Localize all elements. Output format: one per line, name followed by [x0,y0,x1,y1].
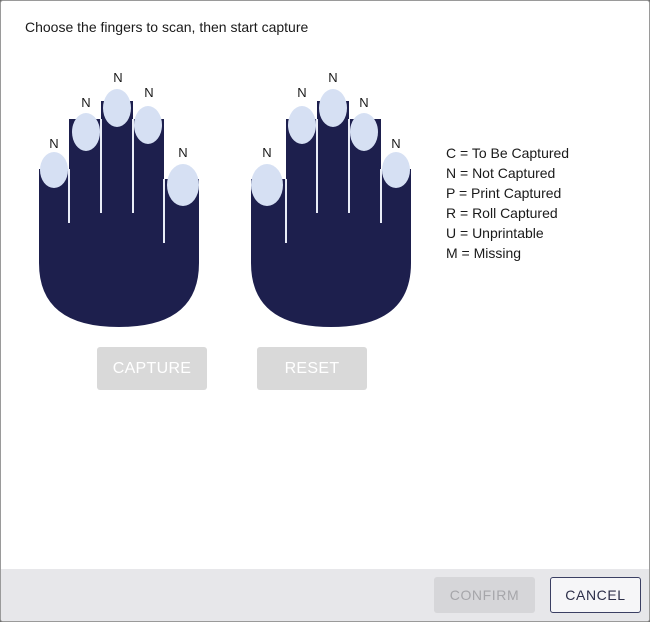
legend-item: C = To Be Captured [446,145,570,161]
left-pinky-tip[interactable] [40,152,68,188]
legend-item: P = Print Captured [446,185,562,201]
right-middle-tip[interactable] [319,89,347,127]
right-index-tip[interactable] [288,106,316,144]
right-ring-status: N [359,95,368,110]
right-thumb-tip[interactable] [251,164,283,206]
left-index-tip[interactable] [134,106,162,144]
right-hand-body [251,101,411,327]
fingerprint-dialog: Choose the fingers to scan, then start c… [0,0,650,622]
left-pinky-status: N [49,136,58,151]
left-middle-tip[interactable] [103,89,131,127]
left-ring-tip[interactable] [72,113,100,151]
capture-button[interactable]: CAPTURE [97,347,207,390]
left-hand-body [39,101,199,327]
right-hand: N N N N N [251,70,411,327]
right-index-status: N [297,85,306,100]
reset-button[interactable]: RESET [257,347,367,390]
legend-item: N = Not Captured [446,165,556,181]
legend-item: R = Roll Captured [446,205,558,221]
legend-item: M = Missing [446,245,522,261]
left-middle-status: N [113,70,122,85]
cancel-button[interactable]: CANCEL [550,577,641,613]
left-hand: N N N N N [39,70,199,327]
right-thumb-status: N [262,145,271,160]
right-pinky-tip[interactable] [382,152,410,188]
dialog-footer: CONFIRM CANCEL [1,569,649,621]
right-pinky-status: N [391,136,400,151]
left-thumb-status: N [178,145,187,160]
legend-item: U = Unprintable [446,225,544,241]
confirm-button[interactable]: CONFIRM [434,577,535,613]
left-ring-status: N [81,95,90,110]
right-ring-tip[interactable] [350,113,378,151]
left-thumb-tip[interactable] [167,164,199,206]
status-legend: C = To Be Captured N = Not Captured P = … [446,143,569,263]
right-middle-status: N [328,70,337,85]
left-index-status: N [144,85,153,100]
